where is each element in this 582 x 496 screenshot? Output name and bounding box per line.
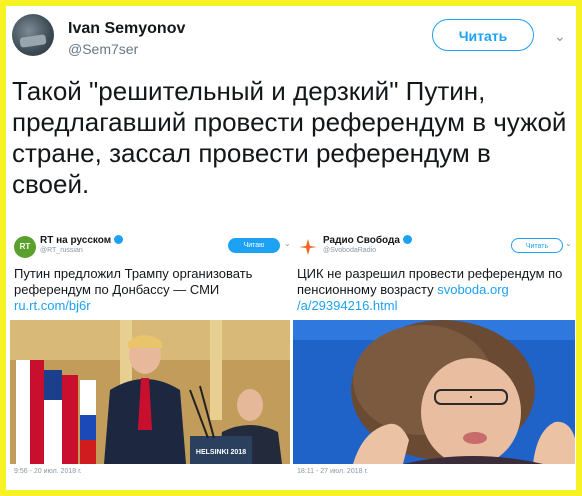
embedded-tweet-link[interactable]: ru.rt.com/bj6r — [14, 298, 91, 313]
embedded-author-label: RT на русском — [40, 235, 112, 246]
embedded-tweet-body: Путин предложил Трампу организовать рефе… — [14, 266, 253, 297]
embedded-tweet-text: ЦИК не разрешил провести референдум по п… — [297, 266, 569, 314]
embedded-tweet-link-domain[interactable]: svoboda.org — [437, 282, 509, 297]
chevron-down-icon[interactable]: ⌄ — [554, 28, 566, 45]
screenshot-frame: Ivan Semyonov @Sem7ser Читать ⌄ Такой "р… — [0, 0, 582, 496]
embedded-tweet-link-path[interactable]: /a/29394216.html — [297, 298, 397, 313]
embedded-tweet-body: ЦИК не разрешил провести референдум по п… — [297, 266, 563, 297]
embedded-tweet-time[interactable]: 9:56 - 20 июл. 2018 г. — [14, 468, 82, 475]
author-handle[interactable]: @Sem7ser — [68, 41, 138, 57]
rt-logo-icon: RT — [14, 236, 36, 258]
embedded-follow-button[interactable]: Читаю — [228, 238, 280, 253]
embedded-author-name: RT на русском — [40, 235, 124, 246]
embedded-follow-button[interactable]: Читать — [511, 238, 563, 253]
embedded-tweet-rt[interactable]: RT RT на русском @RT_russian Читаю ⌄ Пут… — [10, 222, 290, 481]
chevron-down-icon[interactable]: ⌄ — [284, 239, 290, 248]
author-name[interactable]: Ivan Semyonov — [68, 20, 185, 38]
radio-svoboda-logo-icon — [297, 236, 319, 258]
embedded-author-name: Радио Свобода — [323, 235, 412, 246]
follow-button[interactable]: Читать — [432, 19, 534, 51]
chevron-down-icon[interactable]: ⌄ — [565, 239, 572, 248]
podium-text: HELSINKI 2018 — [196, 449, 246, 456]
avatar[interactable] — [12, 14, 54, 56]
photo-illustration: HELSINKI 2018 — [10, 320, 290, 464]
photo-illustration — [293, 320, 575, 464]
embedded-tweet-text: Путин предложил Трампу организовать рефе… — [14, 266, 286, 314]
embedded-tweet-svoboda[interactable]: Радио Свобода @SvobodaRadio Читать ⌄ ЦИК… — [293, 222, 575, 481]
tweet-photo[interactable] — [293, 320, 575, 464]
embedded-author-handle: @SvobodaRadio — [323, 247, 377, 254]
verified-icon — [402, 235, 412, 244]
embedded-author-handle: @RT_russian — [40, 247, 83, 254]
embedded-tweet-time[interactable]: 18:11 - 27 июл. 2018 г. — [297, 468, 368, 475]
embedded-author-label: Радио Свобода — [323, 235, 400, 246]
verified-icon — [114, 235, 124, 244]
tweet-photo[interactable]: HELSINKI 2018 — [10, 320, 290, 464]
tweet-text: Такой "решительный и дерзкий" Путин, пре… — [12, 76, 567, 199]
